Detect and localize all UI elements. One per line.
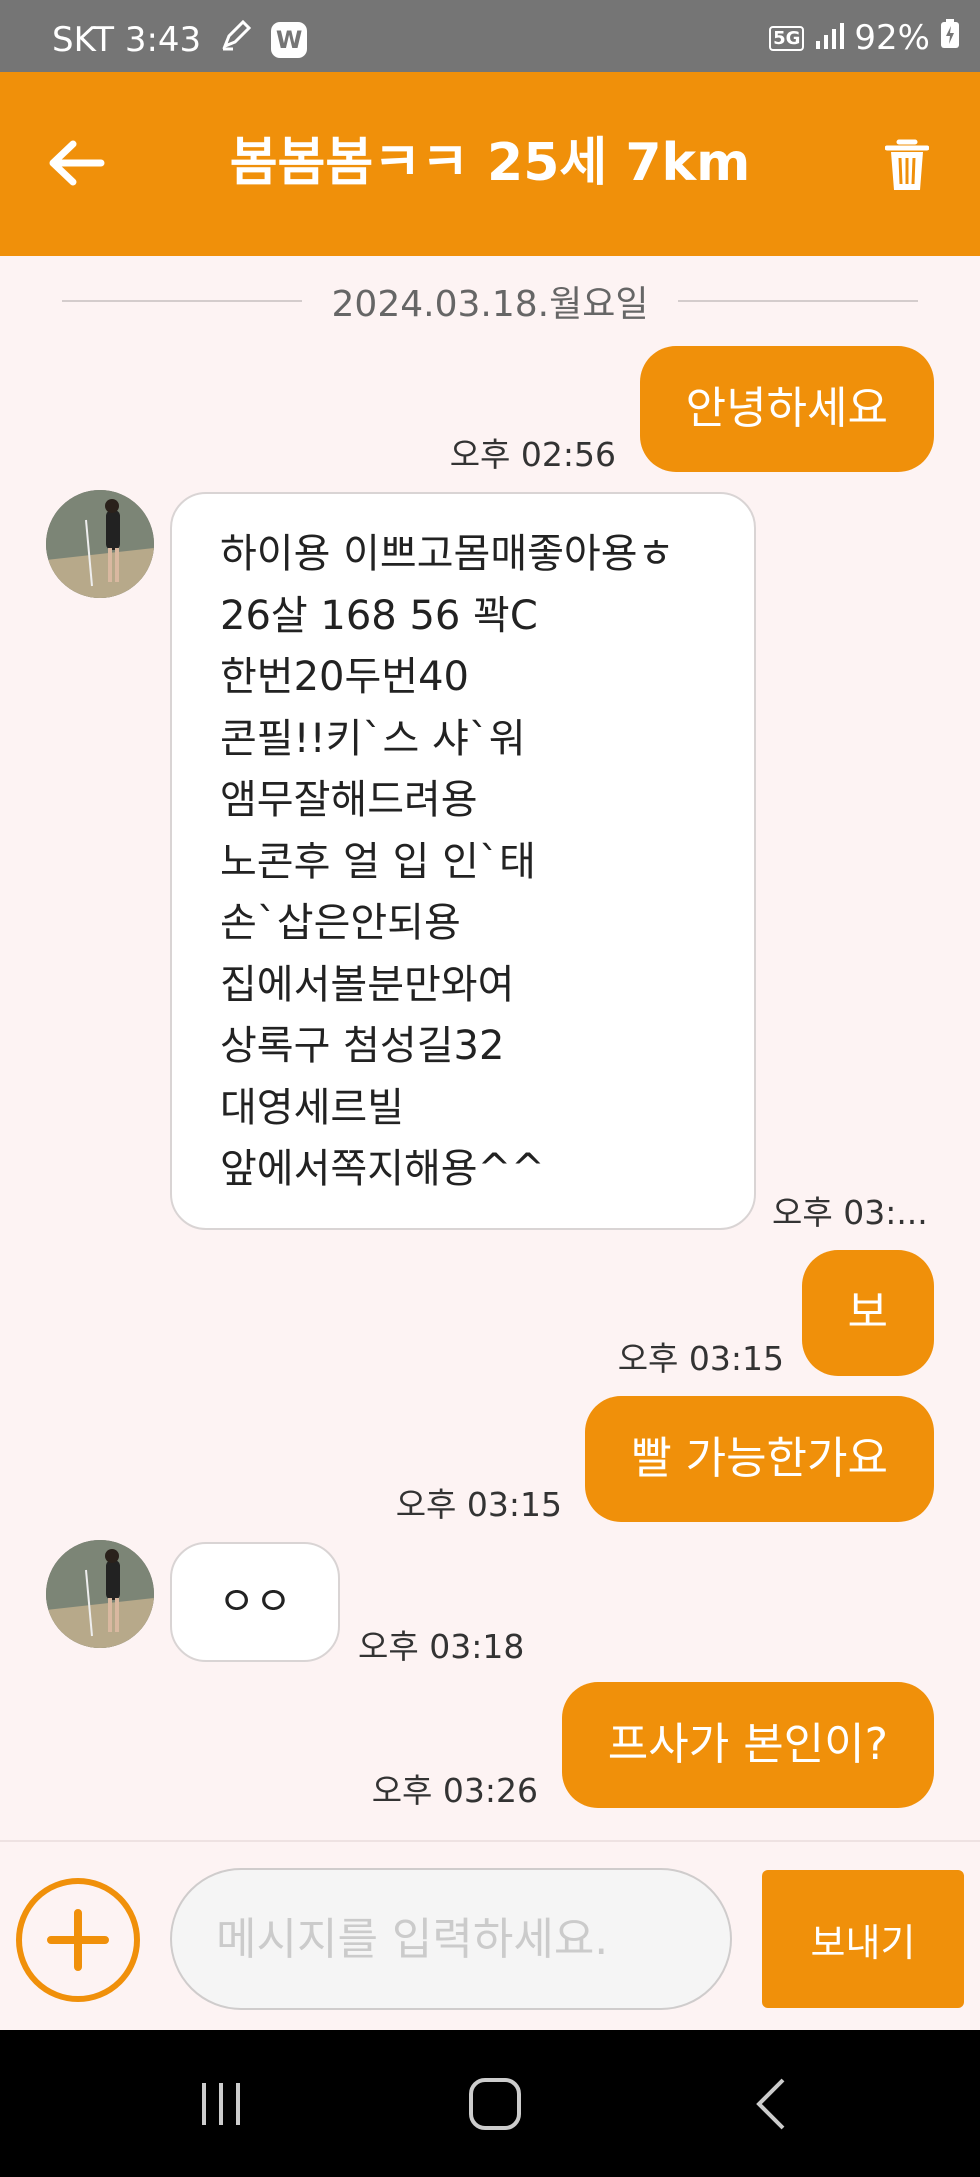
trash-icon xyxy=(885,139,929,190)
home-button[interactable] xyxy=(460,2072,530,2136)
message-time: 오후 02:56 xyxy=(449,435,616,474)
chat-header: 봄봄봄ㅋㅋ 25세 7km xyxy=(0,72,980,256)
recent-apps-icon xyxy=(202,2083,240,2125)
add-attachment-button[interactable] xyxy=(16,1878,140,2002)
message-time: 오후 03:26 xyxy=(371,1771,538,1810)
message-time: 오후 03:... xyxy=(772,1193,928,1232)
outgoing-message[interactable]: 보 xyxy=(801,1250,934,1376)
status-right: 5G 92% xyxy=(769,18,960,58)
chat-title: 봄봄봄ㅋㅋ 25세 7km xyxy=(229,133,751,193)
message-line: 앞에서쪽지해용^^ xyxy=(220,1146,545,1192)
nav-back-button[interactable] xyxy=(736,2072,806,2136)
status-bar: SKT 3:43 W 5G 92% xyxy=(0,0,980,72)
carrier-time: SKT 3:43 xyxy=(52,19,202,60)
incoming-message[interactable]: ㅇㅇ xyxy=(170,1542,340,1662)
message-line: 앰무잘해드려용 xyxy=(220,777,478,823)
pen-notification-icon xyxy=(219,18,253,61)
message-line: 손`삽은안되용 xyxy=(220,900,461,946)
system-nav-bar xyxy=(0,2030,980,2177)
arrow-left-icon xyxy=(49,140,105,186)
message-line: 상록구 첨성길32 xyxy=(220,1023,505,1069)
delete-chat-button[interactable] xyxy=(874,130,940,200)
message-line: 대영세르빌 xyxy=(220,1084,404,1131)
battery-charging-icon xyxy=(940,18,960,58)
signal-icon xyxy=(814,18,845,58)
home-icon xyxy=(469,2078,521,2130)
app-badge-icon: W xyxy=(271,21,308,58)
message-input[interactable] xyxy=(170,1868,732,2010)
chat-date: 2024.03.18.월요일 xyxy=(331,284,649,325)
incoming-message[interactable]: 하이용 이쁘고몸매좋아용ㅎ 26살 168 56 꽉C 한번20두번40 콘필!… xyxy=(170,492,756,1230)
message-line: 한번20두번40 xyxy=(220,654,469,700)
battery-percent: 92% xyxy=(854,18,930,58)
back-icon xyxy=(756,2078,785,2130)
message-line: 노콘후 얼 입 인`태 xyxy=(220,838,536,885)
message-composer: 보내기 xyxy=(0,1840,980,2030)
date-divider: 2024.03.18.월요일 xyxy=(62,276,918,326)
plus-circle-icon xyxy=(47,1909,109,1971)
divider-line xyxy=(678,300,918,302)
message-line: 집에서볼분만와여 xyxy=(220,961,515,1008)
divider-line xyxy=(62,300,302,302)
back-button[interactable] xyxy=(40,128,110,198)
message-time: 오후 03:18 xyxy=(358,1627,525,1666)
message-time: 오후 03:15 xyxy=(617,1339,784,1378)
send-button[interactable]: 보내기 xyxy=(762,1870,964,2008)
message-time: 오후 03:15 xyxy=(395,1485,562,1524)
avatar[interactable] xyxy=(46,1540,154,1648)
network-5g-icon: 5G xyxy=(769,25,805,51)
recent-apps-button[interactable] xyxy=(186,2072,256,2136)
outgoing-message[interactable]: 빨 가능한가요 xyxy=(585,1396,934,1522)
status-left: SKT 3:43 W xyxy=(52,18,308,61)
message-line: 콘필!!키`스 샤`워 xyxy=(220,715,526,762)
avatar[interactable] xyxy=(46,490,154,598)
outgoing-message[interactable]: 프사가 본인이? xyxy=(561,1682,934,1808)
outgoing-message[interactable]: 안녕하세요 xyxy=(639,346,934,472)
message-line: 하이용 이쁘고몸매좋아용ㅎ xyxy=(220,531,675,577)
message-line: 26살 168 56 꽉C xyxy=(220,592,538,639)
